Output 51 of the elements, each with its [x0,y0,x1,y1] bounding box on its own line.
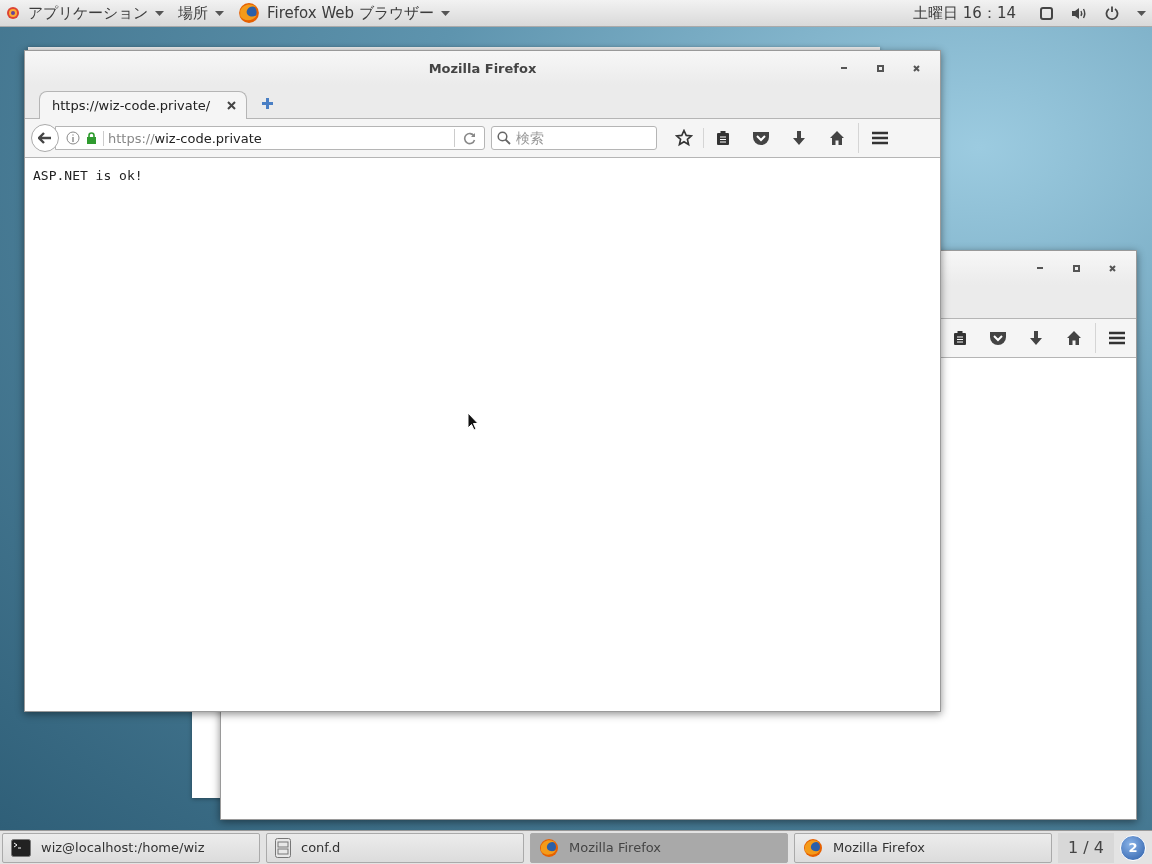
close-icon[interactable] [227,101,236,110]
firefox-logo-icon [238,2,260,24]
download-icon[interactable] [1029,330,1043,346]
star-icon[interactable] [675,129,693,147]
caret-icon [1137,10,1146,16]
places-menu[interactable]: 場所 [178,3,224,23]
power-icon [1105,6,1119,20]
clipboard-icon[interactable] [715,130,731,146]
taskbar-item[interactable]: wiz@localhost:/home/wiz [2,832,260,863]
browser-tab[interactable]: https://wiz-code.private/ [39,91,247,119]
maximize-icon[interactable] [876,64,884,72]
download-icon[interactable] [792,130,806,146]
file-cabinet-icon [275,837,291,858]
new-tab-icon[interactable] [261,97,274,110]
search-field[interactable]: 検索 [491,126,657,150]
volume-icon [1071,6,1087,20]
tab-title: https://wiz-code.private/ [52,98,211,113]
taskbar-item[interactable]: Mozilla Firefox [794,832,1052,863]
caret-icon [215,10,224,16]
terminal-icon [11,838,31,857]
window-title: Mozilla Firefox [428,60,537,76]
firefox-logo-icon [803,837,823,858]
caret-icon [155,10,164,16]
close-icon[interactable] [912,64,920,72]
activities-icon[interactable] [6,6,20,20]
window-icon [1040,6,1053,20]
pocket-icon[interactable] [752,130,770,146]
menu-icon[interactable] [871,131,889,145]
app-menu[interactable]: Firefox Web ブラウザー [238,2,450,24]
applications-menu[interactable]: アプリケーション [28,3,164,23]
close-icon[interactable] [1108,264,1116,272]
url-field[interactable]: https://wiz-code.private [55,126,485,150]
taskbar-item[interactable]: Mozilla Firefox [530,832,788,863]
workspace-switcher[interactable]: 1 / 4 [1058,832,1114,863]
caret-icon [440,10,450,16]
menu-icon[interactable] [1108,331,1126,345]
home-icon[interactable] [829,130,845,146]
taskbar-item[interactable]: conf.d [266,832,524,863]
lock-icon [86,132,97,144]
mouse-pointer-icon [467,412,479,431]
reload-icon[interactable] [463,131,476,145]
page-text: ASP.NET is ok! [33,168,144,183]
maximize-icon[interactable] [1072,264,1080,272]
back-arrow-icon [38,132,52,144]
clipboard-icon[interactable] [952,330,968,346]
home-icon[interactable] [1066,330,1082,346]
pocket-icon[interactable] [989,330,1007,346]
clock[interactable]: 土曜日 16：14 [913,3,1016,23]
back-button[interactable] [31,124,59,152]
info-icon[interactable] [66,131,80,145]
firefox-logo-icon [539,837,559,858]
